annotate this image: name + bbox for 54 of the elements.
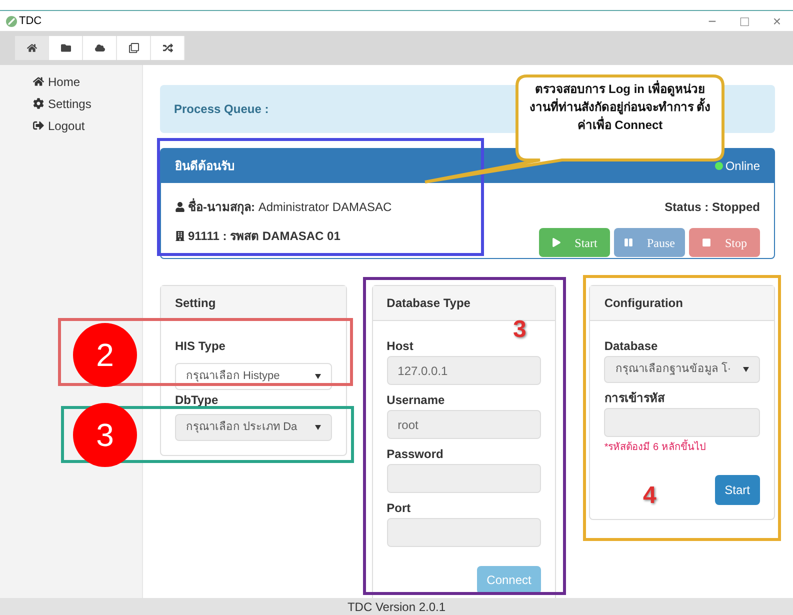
field-label: DbType bbox=[175, 392, 218, 409]
window-control[interactable]: − bbox=[708, 10, 716, 32]
input-field[interactable] bbox=[386, 464, 542, 493]
sidebar-item[interactable]: Logout bbox=[33, 115, 142, 136]
building-icon bbox=[175, 231, 185, 241]
window-control[interactable]: □ bbox=[740, 10, 749, 32]
shuffle-icon bbox=[162, 43, 172, 53]
window-control[interactable]: × bbox=[772, 10, 781, 32]
input-field[interactable] bbox=[386, 518, 542, 547]
card-header: Setting bbox=[161, 286, 346, 321]
caret-icon bbox=[314, 425, 321, 430]
hint-text: *รหัสต้องมี 6 หลักขึ้นไป bbox=[604, 440, 760, 455]
unit-name: 91111 : รพสต DAMASAC 01 bbox=[188, 228, 340, 245]
select-field[interactable]: กรุณาเลือกฐานข้อมูล โ· bbox=[604, 356, 760, 383]
play-icon bbox=[552, 238, 561, 247]
step-number: 4 bbox=[643, 481, 656, 511]
input-field[interactable]: root bbox=[386, 410, 542, 439]
start-button[interactable]: Start bbox=[714, 475, 760, 505]
link-icon bbox=[6, 16, 17, 26]
logout-icon bbox=[33, 120, 44, 131]
field-label: การเข้ารหัส bbox=[604, 390, 666, 407]
copy-icon bbox=[128, 43, 138, 53]
control-button[interactable]: Start bbox=[539, 228, 610, 257]
field-label: Host bbox=[386, 338, 414, 355]
toolbar-button[interactable] bbox=[15, 36, 49, 60]
caret-icon bbox=[743, 367, 750, 372]
home-icon bbox=[26, 43, 36, 53]
stop-icon bbox=[702, 238, 711, 247]
process-queue-label: Process Queue : bbox=[174, 101, 269, 118]
window-title: TDC bbox=[19, 14, 42, 29]
input-field[interactable] bbox=[604, 408, 760, 437]
cloud-icon bbox=[94, 43, 104, 53]
pause-icon bbox=[624, 238, 633, 247]
field-label: HIS Type bbox=[175, 338, 226, 355]
caret-icon bbox=[314, 374, 321, 379]
callout-text: ตรวจสอบการ Log in เพื่อดูหน่วยงานที่ท่านสังกัดอยู่ก่อนจะทำการ ตั้งค่าเพื่อ Connect bbox=[528, 80, 712, 134]
field-label: Port bbox=[386, 500, 412, 517]
folder-icon bbox=[60, 43, 70, 53]
home-icon bbox=[33, 76, 44, 87]
settings-icon bbox=[33, 98, 44, 109]
user-name: ชื่อ-นามสกุล: Administrator DAMASAC bbox=[188, 198, 392, 216]
card-header: Configuration bbox=[590, 286, 774, 321]
field-label: Password bbox=[386, 446, 444, 463]
field-label: Username bbox=[386, 392, 446, 409]
field-label: Database bbox=[604, 338, 659, 355]
input-field[interactable]: 127.0.0.1 bbox=[386, 356, 542, 385]
status-text: Status : Stopped bbox=[664, 199, 760, 216]
version-text: TDC Version 2.0.1 bbox=[347, 598, 446, 615]
user-icon bbox=[175, 202, 185, 212]
card-header: Database Type bbox=[372, 286, 556, 321]
online-label: Online bbox=[725, 158, 760, 175]
sidebar-item[interactable]: Settings bbox=[33, 93, 142, 114]
sidebar-item[interactable]: Home bbox=[33, 71, 142, 92]
welcome-title: ยินดีต้อนรับ bbox=[175, 158, 235, 175]
